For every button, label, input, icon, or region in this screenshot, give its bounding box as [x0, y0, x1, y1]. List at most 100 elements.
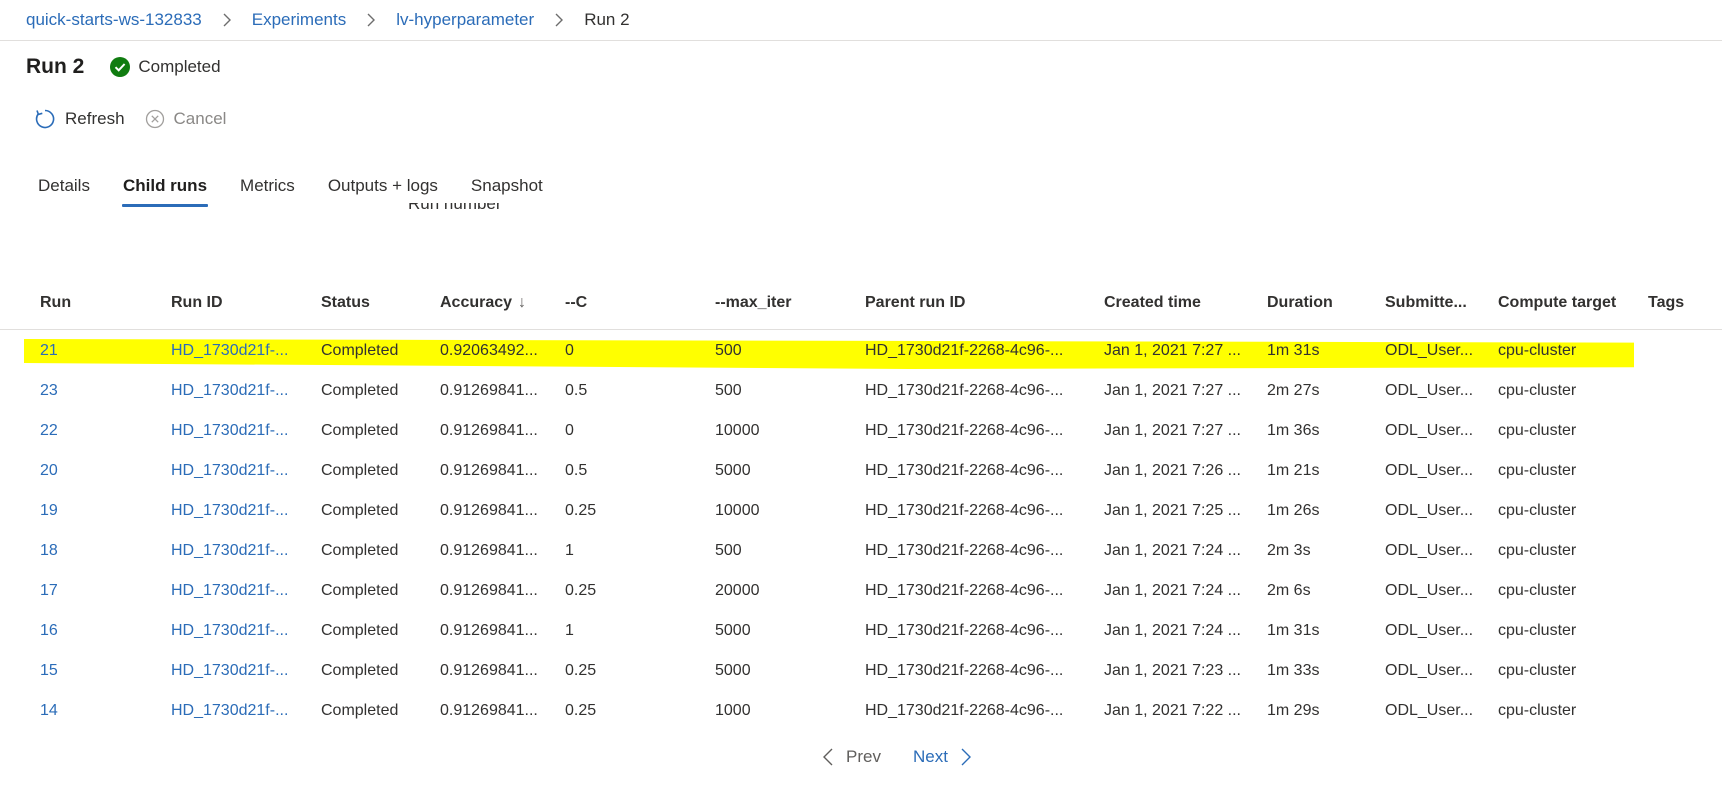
cell-accuracy: 0.91269841...	[440, 622, 538, 639]
column-header-run-id[interactable]: Run ID	[171, 294, 223, 312]
cell-accuracy: 0.91269841...	[440, 462, 538, 479]
cell-run[interactable]: 22	[40, 422, 58, 440]
clipped-axis-label: Run number	[408, 203, 568, 222]
table-header: Run Run ID Status Accuracy ↓ --C --max_it…	[0, 288, 1722, 330]
cell-max-iter: 500	[715, 382, 742, 399]
cell-parent-run-id: HD_1730d21f-2268-4c96-...	[865, 342, 1064, 359]
cell-run-id[interactable]: HD_1730d21f-...	[171, 542, 288, 560]
cell-run[interactable]: 19	[40, 502, 58, 520]
column-header-max-iter[interactable]: --max_iter	[715, 294, 791, 312]
refresh-button[interactable]: Refresh	[34, 108, 125, 130]
column-header-run[interactable]: Run	[40, 294, 71, 312]
table-row[interactable]: 15 HD_1730d21f-... Completed 0.91269841... 0…	[0, 652, 1722, 692]
table-row[interactable]: 14 HD_1730d21f-... Completed 0.91269841... 0…	[0, 692, 1722, 732]
cell-run[interactable]: 15	[40, 662, 58, 680]
cell-compute-target: cpu-cluster	[1498, 702, 1577, 719]
cell-created-time: Jan 1, 2021 7:27 ...	[1104, 342, 1241, 359]
cell-created-time: Jan 1, 2021 7:23 ...	[1104, 662, 1241, 679]
cell-run-id[interactable]: HD_1730d21f-...	[171, 422, 288, 440]
cell-run-id[interactable]: HD_1730d21f-...	[171, 702, 288, 720]
cell-status: Completed	[321, 342, 399, 359]
cell-max-iter: 10000	[715, 502, 760, 519]
column-header-tags[interactable]: Tags	[1648, 294, 1684, 312]
cell-parent-run-id: HD_1730d21f-2268-4c96-...	[865, 622, 1064, 639]
tab-details[interactable]: Details	[38, 176, 90, 207]
cell-run[interactable]: 14	[40, 702, 58, 720]
tab-child-runs[interactable]: Child runs	[121, 176, 209, 207]
cell-run[interactable]: 17	[40, 582, 58, 600]
cell-accuracy: 0.91269841...	[440, 702, 538, 719]
cell-max-iter: 20000	[715, 582, 760, 599]
cell-c: 0	[565, 342, 574, 359]
table-row[interactable]: 16 HD_1730d21f-... Completed 0.91269841... 1…	[0, 612, 1722, 652]
cell-accuracy: 0.91269841...	[440, 502, 538, 519]
cell-run[interactable]: 21	[40, 342, 58, 360]
chevron-right-icon	[961, 748, 971, 766]
refresh-icon	[35, 109, 55, 129]
cell-status: Completed	[321, 622, 399, 639]
cell-run-id[interactable]: HD_1730d21f-...	[171, 462, 288, 480]
column-header-c[interactable]: --C	[565, 294, 587, 312]
cell-parent-run-id: HD_1730d21f-2268-4c96-...	[865, 662, 1064, 679]
cell-run-id[interactable]: HD_1730d21f-...	[171, 662, 288, 680]
table-row[interactable]: 22 HD_1730d21f-... Completed 0.91269841... 0…	[0, 412, 1722, 452]
cell-created-time: Jan 1, 2021 7:27 ...	[1104, 382, 1241, 399]
column-header-duration[interactable]: Duration	[1267, 294, 1333, 312]
column-header-submitted-by[interactable]: Submitte...	[1385, 294, 1467, 312]
column-header-accuracy-label: Accuracy	[440, 294, 513, 311]
cell-status: Completed	[321, 462, 399, 479]
breadcrumb-experiments-link[interactable]: Experiments	[252, 10, 346, 30]
cell-run[interactable]: 23	[40, 382, 58, 400]
cell-run-id[interactable]: HD_1730d21f-...	[171, 382, 288, 400]
cell-parent-run-id: HD_1730d21f-2268-4c96-...	[865, 582, 1064, 599]
table-row[interactable]: 21 HD_1730d21f-... Completed 0.92063492... 0…	[0, 332, 1722, 372]
cell-submitted-by: ODL_User...	[1385, 502, 1474, 519]
sort-down-arrow-icon: ↓	[518, 294, 527, 311]
cell-duration: 2m 3s	[1267, 542, 1311, 559]
chevron-right-icon	[554, 13, 564, 27]
table-row[interactable]: 17 HD_1730d21f-... Completed 0.91269841... 0…	[0, 572, 1722, 612]
table-row[interactable]: 19 HD_1730d21f-... Completed 0.91269841... 0…	[0, 492, 1722, 532]
cell-parent-run-id: HD_1730d21f-2268-4c96-...	[865, 382, 1064, 399]
cell-run[interactable]: 16	[40, 622, 58, 640]
table-row[interactable]: 23 HD_1730d21f-... Completed 0.91269841... 0…	[0, 372, 1722, 412]
cell-max-iter: 1000	[715, 702, 751, 719]
cell-run[interactable]: 20	[40, 462, 58, 480]
cell-compute-target: cpu-cluster	[1498, 622, 1577, 639]
breadcrumb: quick-starts-ws-132833 Experiments lv-hy…	[26, 9, 630, 31]
cell-submitted-by: ODL_User...	[1385, 422, 1474, 439]
cell-run-id[interactable]: HD_1730d21f-...	[171, 582, 288, 600]
chevron-right-icon	[222, 13, 232, 27]
column-header-status[interactable]: Status	[321, 294, 370, 312]
column-header-created-time[interactable]: Created time	[1104, 294, 1201, 312]
breadcrumb-experiment-link[interactable]: lv-hyperparameter	[396, 10, 534, 30]
cell-submitted-by: ODL_User...	[1385, 582, 1474, 599]
cell-max-iter: 500	[715, 342, 742, 359]
cell-created-time: Jan 1, 2021 7:24 ...	[1104, 582, 1241, 599]
cancel-button[interactable]: Cancel	[145, 109, 226, 129]
cell-submitted-by: ODL_User...	[1385, 622, 1474, 639]
cell-run-id[interactable]: HD_1730d21f-...	[171, 502, 288, 520]
cell-duration: 1m 31s	[1267, 622, 1320, 639]
column-header-parent-run-id[interactable]: Parent run ID	[865, 294, 965, 312]
next-page-button[interactable]: Next	[913, 747, 972, 767]
cell-duration: 1m 33s	[1267, 662, 1320, 679]
status-badge: Completed	[110, 57, 221, 77]
cell-accuracy: 0.91269841...	[440, 542, 538, 559]
table-row[interactable]: 20 HD_1730d21f-... Completed 0.91269841... 0…	[0, 452, 1722, 492]
tab-metrics[interactable]: Metrics	[240, 176, 295, 207]
cell-run-id[interactable]: HD_1730d21f-...	[171, 342, 288, 360]
cell-run[interactable]: 18	[40, 542, 58, 560]
cell-c: 0.5	[565, 462, 588, 479]
table-row[interactable]: 18 HD_1730d21f-... Completed 0.91269841... 1…	[0, 532, 1722, 572]
column-header-accuracy[interactable]: Accuracy ↓	[440, 294, 526, 312]
prev-page-button[interactable]: Prev	[822, 747, 881, 767]
column-header-compute-target[interactable]: Compute target	[1498, 294, 1616, 312]
breadcrumb-workspace-link[interactable]: quick-starts-ws-132833	[26, 10, 202, 30]
cell-compute-target: cpu-cluster	[1498, 462, 1577, 479]
cell-max-iter: 500	[715, 542, 742, 559]
cell-submitted-by: ODL_User...	[1385, 342, 1474, 359]
cell-status: Completed	[321, 662, 399, 679]
cell-run-id[interactable]: HD_1730d21f-...	[171, 622, 288, 640]
cell-accuracy: 0.91269841...	[440, 582, 538, 599]
